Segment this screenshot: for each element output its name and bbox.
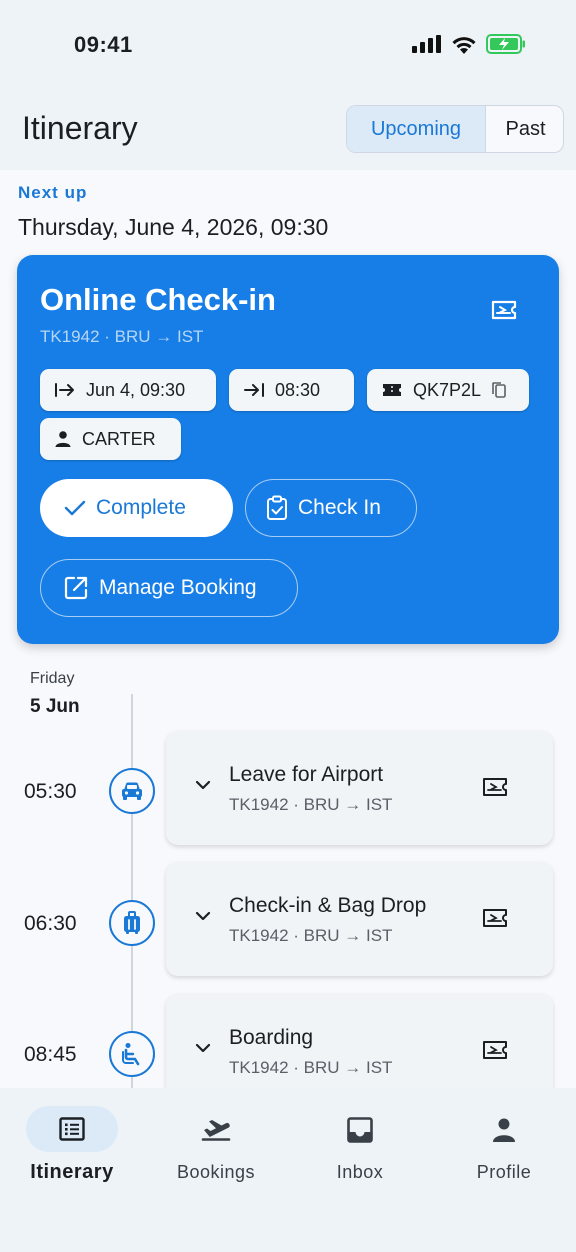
- event-time: 08:45: [24, 1043, 77, 1066]
- event-time: 05:30: [24, 780, 77, 803]
- open-external-icon: [64, 576, 88, 600]
- event-card-check-in-bag-drop[interactable]: Check-in & Bag Drop TK1942 · BRU → IST: [166, 862, 553, 976]
- status-icons: [412, 34, 526, 54]
- pnr-text: QK7P2L: [413, 379, 482, 400]
- check-icon: [64, 500, 86, 516]
- boarding-pass-icon[interactable]: [482, 907, 508, 929]
- checkin-time-chip: Jun 4, 09:30: [40, 369, 216, 411]
- flight-takeoff-icon: [201, 1120, 231, 1141]
- next-up-label: Next up: [18, 183, 88, 202]
- manage-booking-label: Manage Booking: [99, 576, 257, 599]
- event-card-leave-for-airport[interactable]: Leave for Airport TK1942 · BRU → IST: [166, 731, 553, 845]
- wifi-icon: [452, 36, 476, 54]
- nav-label: Itinerary: [30, 1161, 114, 1183]
- tab-past[interactable]: Past: [486, 106, 563, 152]
- tab-upcoming[interactable]: Upcoming: [347, 106, 486, 152]
- nav-item-inbox[interactable]: Inbox: [300, 1106, 420, 1206]
- boarding-pass-icon[interactable]: [482, 1039, 508, 1061]
- top-app-bar: Itinerary Upcoming Past: [0, 90, 576, 170]
- event-title: Boarding: [229, 1026, 314, 1049]
- timeline-node: [109, 900, 155, 946]
- passenger-name: CARTER: [82, 428, 156, 449]
- event-time: 06:30: [24, 912, 77, 935]
- person-icon: [55, 431, 71, 447]
- arrow-right-to-bar-icon: [244, 383, 264, 397]
- check-in-button-label: Check In: [298, 496, 381, 519]
- signal-icon: [412, 35, 441, 53]
- nav-label: Profile: [476, 1162, 532, 1182]
- boarding-time-chip: 08:30: [229, 369, 354, 411]
- bottom-navigation: Itinerary Bookings Inbox Profile: [0, 1088, 576, 1252]
- complete-button-label: Complete: [96, 496, 186, 519]
- passenger-chip: CARTER: [40, 418, 181, 460]
- chevron-down-icon[interactable]: [194, 910, 212, 922]
- inbox-icon: [347, 1117, 373, 1143]
- person-icon: [493, 1118, 515, 1142]
- boarding-icon: [122, 1043, 140, 1066]
- day-date: 5 Jun: [30, 696, 80, 717]
- event-title: Leave for Airport: [229, 763, 384, 786]
- battery-icon: [486, 34, 525, 54]
- event-subtitle: TK1942 · BRU → IST: [229, 1058, 393, 1077]
- timeline-node: [109, 768, 155, 814]
- ticket-icon: [383, 384, 401, 396]
- check-in-button[interactable]: Check In: [245, 479, 417, 537]
- boarding-pass-icon: [491, 300, 517, 320]
- clipboard-check-icon: [267, 495, 287, 520]
- boarding-time-text: 08:30: [275, 379, 321, 400]
- chevron-down-icon[interactable]: [194, 1042, 212, 1054]
- card-title: Online Check-in: [40, 282, 276, 317]
- day-weekday: Friday: [30, 670, 75, 687]
- nav-label: Inbox: [336, 1162, 384, 1182]
- checkin-time-text: Jun 4, 09:30: [86, 379, 186, 400]
- arrow-right-from-bar-icon: [55, 383, 74, 397]
- pnr-chip[interactable]: QK7P2L: [367, 369, 529, 411]
- complete-button[interactable]: Complete: [40, 479, 233, 537]
- nav-item-bookings[interactable]: Bookings: [156, 1106, 276, 1206]
- nav-label: Bookings: [176, 1162, 256, 1182]
- status-bar: 09:41: [0, 0, 576, 90]
- next-up-card[interactable]: Online Check-in TK1942 · BRU → IST Jun 4…: [17, 255, 559, 644]
- event-title: Check-in & Bag Drop: [229, 894, 427, 917]
- car-icon: [122, 782, 142, 800]
- next-up-datetime: Thursday, June 4, 2026, 09:30: [18, 214, 329, 240]
- boarding-pass-icon[interactable]: [482, 776, 508, 798]
- event-subtitle: TK1942 · BRU → IST: [229, 795, 393, 814]
- list-icon: [59, 1117, 85, 1141]
- page-title: Itinerary: [22, 110, 138, 146]
- luggage-icon: [124, 911, 140, 934]
- event-subtitle: TK1942 · BRU → IST: [229, 926, 393, 945]
- nav-item-profile[interactable]: Profile: [444, 1106, 564, 1206]
- card-subtitle: TK1942 · BRU → IST: [40, 327, 204, 346]
- segmented-control: Upcoming Past: [346, 105, 564, 153]
- nav-item-itinerary[interactable]: Itinerary: [12, 1106, 132, 1206]
- status-time: 09:41: [74, 32, 133, 57]
- manage-booking-button[interactable]: Manage Booking: [40, 559, 298, 617]
- timeline-node: [109, 1031, 155, 1077]
- copy-icon[interactable]: [491, 381, 507, 399]
- chevron-down-icon[interactable]: [194, 779, 212, 791]
